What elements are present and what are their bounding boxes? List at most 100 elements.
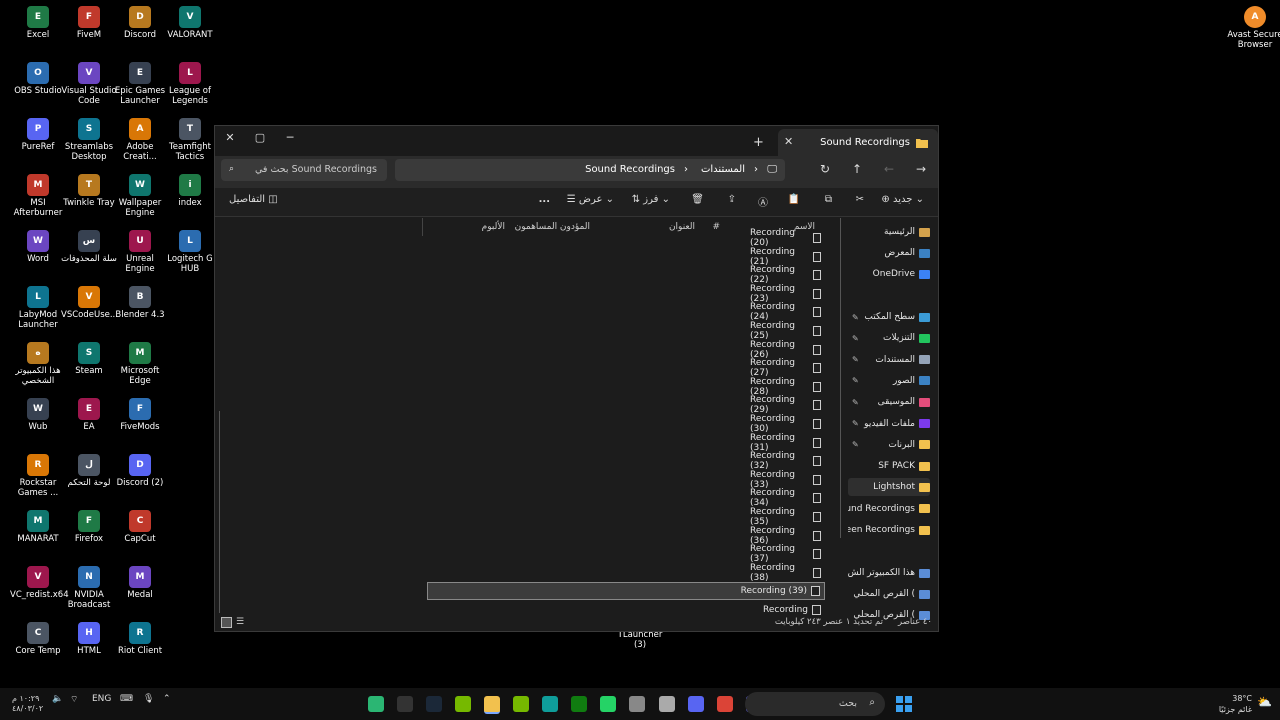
desktop-icon[interactable]: M MSI Afterburner <box>10 174 66 218</box>
desktop-icon[interactable]: T Teamfight Tactics <box>162 118 218 162</box>
desktop-icon[interactable]: E Excel <box>10 6 66 40</box>
desktop-icon[interactable]: A Adobe Creati... <box>112 118 168 162</box>
desktop-icon[interactable]: F Firefox <box>61 510 117 544</box>
microphone-icon[interactable]: 🎙 <box>143 694 154 704</box>
file-row[interactable]: Recording (39) <box>427 582 825 601</box>
share-icon[interactable]: ⇪ <box>728 194 736 205</box>
desktop-icon[interactable]: V Visual Studio Code <box>61 62 117 106</box>
desktop-icon[interactable]: L League of Legends <box>162 62 218 106</box>
chrome-icon[interactable] <box>717 696 733 712</box>
sidebar-item-local-disk[interactable]: القرص المحلي ( <box>848 585 930 603</box>
file-row[interactable]: Recording (35) <box>750 507 825 527</box>
file-row[interactable]: Recording (30) <box>750 414 825 434</box>
xbox-app-icon[interactable] <box>629 696 645 712</box>
start-button[interactable] <box>896 696 912 712</box>
new-button[interactable]: ⊕ جديد ⌄ <box>881 194 924 205</box>
view-button[interactable]: ☰ عرض ⌄ <box>567 194 614 205</box>
show-hidden-icons[interactable]: ⌃ <box>163 694 171 704</box>
desktop-icon[interactable]: W Wub <box>10 398 66 432</box>
sidebar-item-this-pc[interactable]: هذا الكمبيوتر الش <box>848 564 930 582</box>
forward-arrow-icon[interactable]: ← <box>880 162 898 176</box>
sidebar-item-gallery[interactable]: المعرض <box>848 244 930 262</box>
desktop-icon[interactable]: ه هذا الكمبيوتر الشخصي <box>10 342 66 386</box>
steam-icon[interactable] <box>426 696 442 712</box>
sidebar-item-onedrive[interactable]: OneDrive <box>848 265 930 283</box>
sidebar-item-folder[interactable]: Lightshot <box>848 478 930 497</box>
sidebar-item-documents[interactable]: ✎ المستندات <box>848 351 930 369</box>
file-row[interactable]: Recording (37) <box>750 544 825 564</box>
file-row[interactable]: Recording (24) <box>750 302 825 322</box>
file-row[interactable]: Recording (20) <box>750 228 825 248</box>
paste-icon[interactable]: 📋 <box>788 194 800 205</box>
desktop-icon[interactable]: س سلة المحذوفات <box>61 230 117 264</box>
weather-widget[interactable]: 38°C غائم جزئيًا <box>1219 693 1252 715</box>
cut-icon[interactable]: ✂ <box>856 194 864 205</box>
file-row[interactable]: Recording (28) <box>750 377 825 397</box>
file-row[interactable]: Recording (36) <box>750 526 825 546</box>
file-row[interactable]: Recording (34) <box>750 488 825 508</box>
desktop-icon[interactable]: O OBS Studio <box>10 62 66 96</box>
desktop-icon[interactable]: ل لوحة التحكم <box>61 454 117 488</box>
file-row[interactable]: Recording (32) <box>750 451 825 471</box>
close-tab-icon[interactable]: ✕ <box>784 135 793 148</box>
desktop-icon[interactable]: E EA <box>61 398 117 432</box>
language-indicator[interactable]: ENG <box>92 694 111 704</box>
breadcrumb-documents[interactable]: المستندات <box>701 164 745 175</box>
desktop-icon[interactable]: R Rockstar Games ... <box>10 454 66 498</box>
refresh-icon[interactable]: ↻ <box>816 162 834 176</box>
keyboard-icon[interactable]: ⌨ <box>120 694 133 704</box>
desktop-icon[interactable]: P PureRef <box>10 118 66 152</box>
sidebar-item-folder[interactable]: und Recordings <box>848 500 930 518</box>
rename-icon[interactable]: Ⓐ <box>758 194 768 209</box>
desktop-icon[interactable]: M Microsoft Edge <box>112 342 168 386</box>
new-tab-button[interactable]: + <box>753 135 764 150</box>
desktop-icon[interactable]: H HTML <box>61 622 117 656</box>
file-row[interactable]: Recording (27) <box>750 358 825 378</box>
sort-button[interactable]: ⇅ فرز ⌄ <box>632 194 670 205</box>
nvidia-icon[interactable] <box>513 696 529 712</box>
copy-icon[interactable]: ⧉ <box>825 194 832 205</box>
breadcrumb-sound-recordings[interactable]: Sound Recordings <box>585 164 675 175</box>
fivem-icon[interactable] <box>368 696 384 712</box>
back-arrow-icon[interactable]: → <box>912 162 930 176</box>
file-row[interactable]: Recording (26) <box>750 340 825 360</box>
sidebar-item-folder[interactable]: ✎ البرنات <box>848 436 930 454</box>
taskbar-search[interactable]: ⌕ بحث <box>745 692 885 716</box>
desktop-icon[interactable]: F FiveMods <box>112 398 168 432</box>
desktop-icon[interactable]: V VALORANT <box>162 6 218 40</box>
discord-icon[interactable] <box>688 696 704 712</box>
taskbar-search-input[interactable]: بحث <box>839 698 857 709</box>
file-row[interactable]: Recording (22) <box>750 265 825 285</box>
sidebar-item-downloads[interactable]: ✎ التنزيلات <box>848 329 930 347</box>
sidebar-item-videos[interactable]: ✎ ملفات الفيديو <box>848 415 930 433</box>
up-arrow-icon[interactable]: ↑ <box>848 162 866 176</box>
close-window-icon[interactable]: ✕ <box>222 131 238 144</box>
desktop-icon[interactable]: U Unreal Engine <box>112 230 168 274</box>
desktop-icon[interactable]: V VSCodeUse... <box>61 286 118 320</box>
column-number[interactable]: # <box>712 222 720 232</box>
column-title[interactable]: العنوان <box>669 222 695 232</box>
sidebar-item-pictures[interactable]: ✎ الصور <box>848 372 930 390</box>
desktop-icon-tlauncher[interactable]: TLauncher (3) <box>612 630 668 650</box>
edge-icon[interactable] <box>542 696 558 712</box>
file-row[interactable]: Recording (21) <box>750 247 825 267</box>
desktop-icon[interactable]: W Wallpaper Engine <box>112 174 168 218</box>
nvidia-broadcast-icon[interactable] <box>455 696 471 712</box>
file-row[interactable]: Recording (25) <box>750 321 825 341</box>
volume-icon[interactable]: 🔈 <box>52 694 63 704</box>
desktop-icon[interactable]: D Discord <box>112 6 168 40</box>
maximize-icon[interactable]: ▢ <box>252 131 268 144</box>
tab-sound-recordings[interactable]: ✕ Sound Recordings <box>778 129 938 156</box>
speedometer-icon[interactable] <box>659 696 675 712</box>
desktop-icon[interactable]: R Riot Client <box>112 622 168 656</box>
desktop-icon[interactable]: S Streamlabs Desktop <box>61 118 117 162</box>
delete-icon[interactable]: 🗑 <box>691 194 704 205</box>
sidebar-item-desktop[interactable]: ✎ سطح المكتب <box>848 308 930 326</box>
desktop-icon[interactable]: W Word <box>10 230 66 264</box>
file-row[interactable]: Recording (23) <box>750 284 825 304</box>
address-bar[interactable]: 🖵 › المستندات › Sound Recordings <box>395 159 785 181</box>
wifi-icon[interactable]: ⌔ <box>70 694 78 705</box>
desktop-icon[interactable]: N NVIDIA Broadcast <box>61 566 117 610</box>
epic-icon[interactable] <box>397 696 413 712</box>
minimize-icon[interactable]: ─ <box>282 131 298 144</box>
